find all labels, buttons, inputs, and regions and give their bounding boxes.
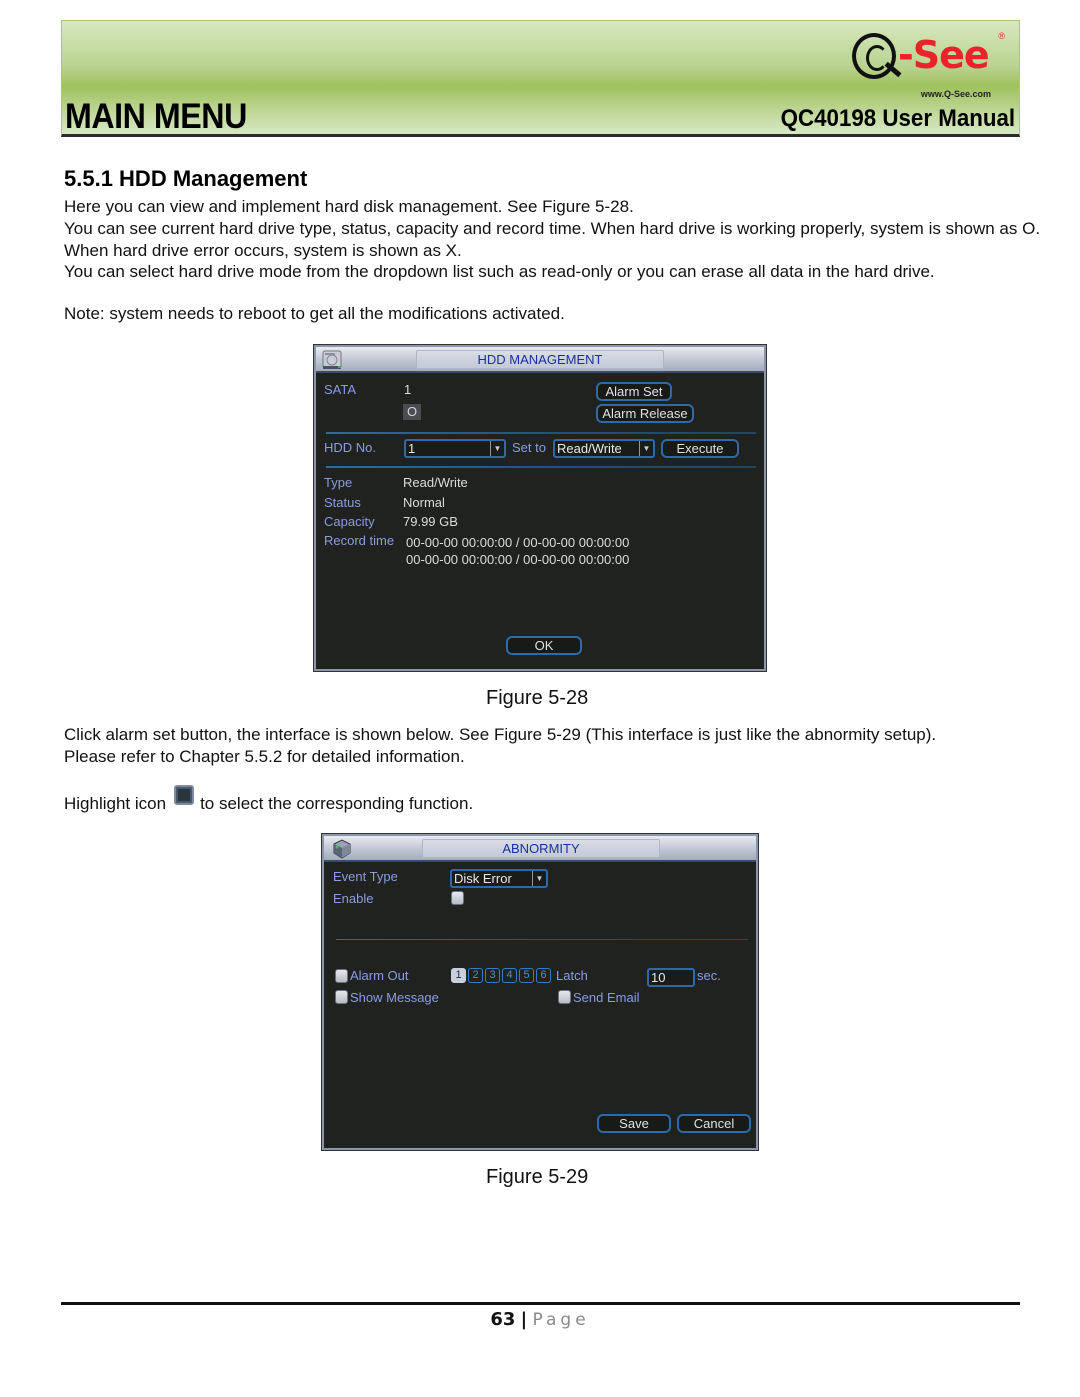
- divider: [326, 466, 756, 468]
- chevron-down-icon[interactable]: ▼: [532, 871, 546, 886]
- execute-button[interactable]: Execute: [661, 439, 739, 458]
- save-button[interactable]: Save: [597, 1114, 671, 1133]
- alarm-channel-group: 1 2 3 4 5 6: [451, 968, 551, 984]
- type-label: Type: [324, 475, 353, 490]
- q-see-logo: -See ® www.Q-See.com: [850, 27, 1005, 99]
- checkbox-highlight-icon: [174, 785, 195, 805]
- manual-title: QC40198 User Manual: [780, 105, 1015, 132]
- event-type-select[interactable]: Disk Error ▼: [450, 869, 548, 888]
- figure-caption-5-28: Figure 5-28: [486, 687, 589, 709]
- paragraph-intro: Here you can view and implement hard dis…: [64, 197, 634, 216]
- highlight-suffix: to select the corresponding function.: [200, 794, 474, 813]
- paragraph-mode: You can select hard drive mode from the …: [64, 262, 935, 281]
- figure-caption-5-29: Figure 5-29: [486, 1166, 589, 1188]
- record-time-row: 00-00-00 00:00:00 / 00-00-00 00:00:00: [406, 552, 630, 567]
- alarm-channel-3[interactable]: 3: [485, 968, 500, 983]
- send-email-checkbox[interactable]: [558, 990, 571, 1004]
- alarm-channel-5[interactable]: 5: [519, 968, 534, 983]
- show-message-label: Show Message: [350, 990, 439, 1005]
- page-word: Page: [532, 1310, 590, 1330]
- hdd-no-select[interactable]: 1 ▼: [404, 439, 506, 458]
- divider: [336, 939, 748, 940]
- paragraph-highlight: Highlight icon to select the correspondin…: [64, 785, 1054, 815]
- hdd-no-label: HDD No.: [324, 440, 377, 455]
- paragraph-alarm-set: Click alarm set button, the interface is…: [64, 725, 937, 744]
- window-title: HDD MANAGEMENT: [416, 350, 664, 369]
- registered-mark: ®: [998, 31, 1005, 41]
- event-type-value: Disk Error: [454, 871, 512, 886]
- sata-value: 1: [404, 382, 412, 397]
- alarm-out-label: Alarm Out: [350, 968, 409, 983]
- alarm-channel-4[interactable]: 4: [502, 968, 517, 983]
- sata-label: SATA: [324, 382, 357, 397]
- set-to-label: Set to: [512, 440, 546, 455]
- status-label: Status: [324, 495, 361, 510]
- enable-label: Enable: [333, 891, 374, 906]
- alarm-channel-6[interactable]: 6: [536, 968, 551, 983]
- logo-brand: -See: [898, 33, 990, 77]
- abnormity-window: ABNORMITY Event Type Disk Error ▼ Enable…: [321, 833, 759, 1151]
- window-titlebar: ABNORMITY: [324, 836, 756, 862]
- status-value: Normal: [403, 495, 445, 510]
- footer-rule: [61, 1302, 1020, 1305]
- latch-label: Latch: [556, 968, 588, 983]
- cancel-button[interactable]: Cancel: [677, 1114, 751, 1133]
- section-title: 5.5.1 HDD Management: [64, 166, 308, 191]
- header-banner: MAIN MENU QC40198 User Manual -See ® www…: [61, 20, 1020, 137]
- paragraph-status: You can see current hard drive type, sta…: [64, 219, 1041, 260]
- window-title: ABNORMITY: [422, 839, 660, 858]
- event-type-label: Event Type: [333, 869, 398, 884]
- highlight-prefix: Highlight icon: [64, 794, 167, 813]
- section-heading: MAIN MENU: [65, 97, 247, 136]
- paragraph-note: Note: system needs to reboot to get all …: [64, 304, 565, 323]
- divider: [326, 432, 756, 434]
- page-number: 63: [490, 1309, 516, 1330]
- alarm-set-button[interactable]: Alarm Set: [596, 382, 672, 401]
- page-separator: |: [520, 1309, 528, 1330]
- sata-status-indicator: O: [403, 404, 421, 420]
- capacity-value: 79.99 GB: [403, 514, 458, 529]
- logo-url: www.Q-See.com: [920, 89, 991, 99]
- alarm-cube-icon: [328, 838, 354, 860]
- ok-button[interactable]: OK: [506, 636, 582, 655]
- set-to-select[interactable]: Read/Write ▼: [553, 439, 655, 458]
- set-to-value: Read/Write: [557, 441, 622, 456]
- alarm-channel-2[interactable]: 2: [468, 968, 483, 983]
- alarm-channel-1[interactable]: 1: [451, 968, 466, 983]
- q-swirl-icon: [852, 33, 896, 79]
- record-time-row: 00-00-00 00:00:00 / 00-00-00 00:00:00: [406, 535, 630, 550]
- hard-disk-icon: [320, 349, 346, 371]
- chevron-down-icon[interactable]: ▼: [639, 441, 653, 456]
- enable-checkbox[interactable]: [451, 891, 464, 905]
- hdd-management-window: HDD MANAGEMENT SATA 1 O Alarm Set Alarm …: [313, 344, 767, 672]
- show-message-checkbox[interactable]: [335, 990, 348, 1004]
- paragraph-chapter-ref: Please refer to Chapter 5.5.2 for detail…: [64, 747, 465, 766]
- record-time-label: Record time: [324, 533, 395, 548]
- alarm-release-button[interactable]: Alarm Release: [596, 404, 694, 423]
- type-value: Read/Write: [403, 475, 468, 490]
- hdd-no-value: 1: [408, 441, 416, 456]
- alarm-out-checkbox[interactable]: [335, 969, 348, 983]
- capacity-label: Capacity: [324, 514, 375, 529]
- page-footer: 63 | Page: [0, 1309, 1080, 1331]
- send-email-label: Send Email: [573, 990, 640, 1005]
- latch-unit: sec.: [697, 968, 721, 983]
- chevron-down-icon[interactable]: ▼: [490, 441, 504, 456]
- latch-input[interactable]: 10: [647, 968, 695, 987]
- window-titlebar: HDD MANAGEMENT: [316, 347, 764, 373]
